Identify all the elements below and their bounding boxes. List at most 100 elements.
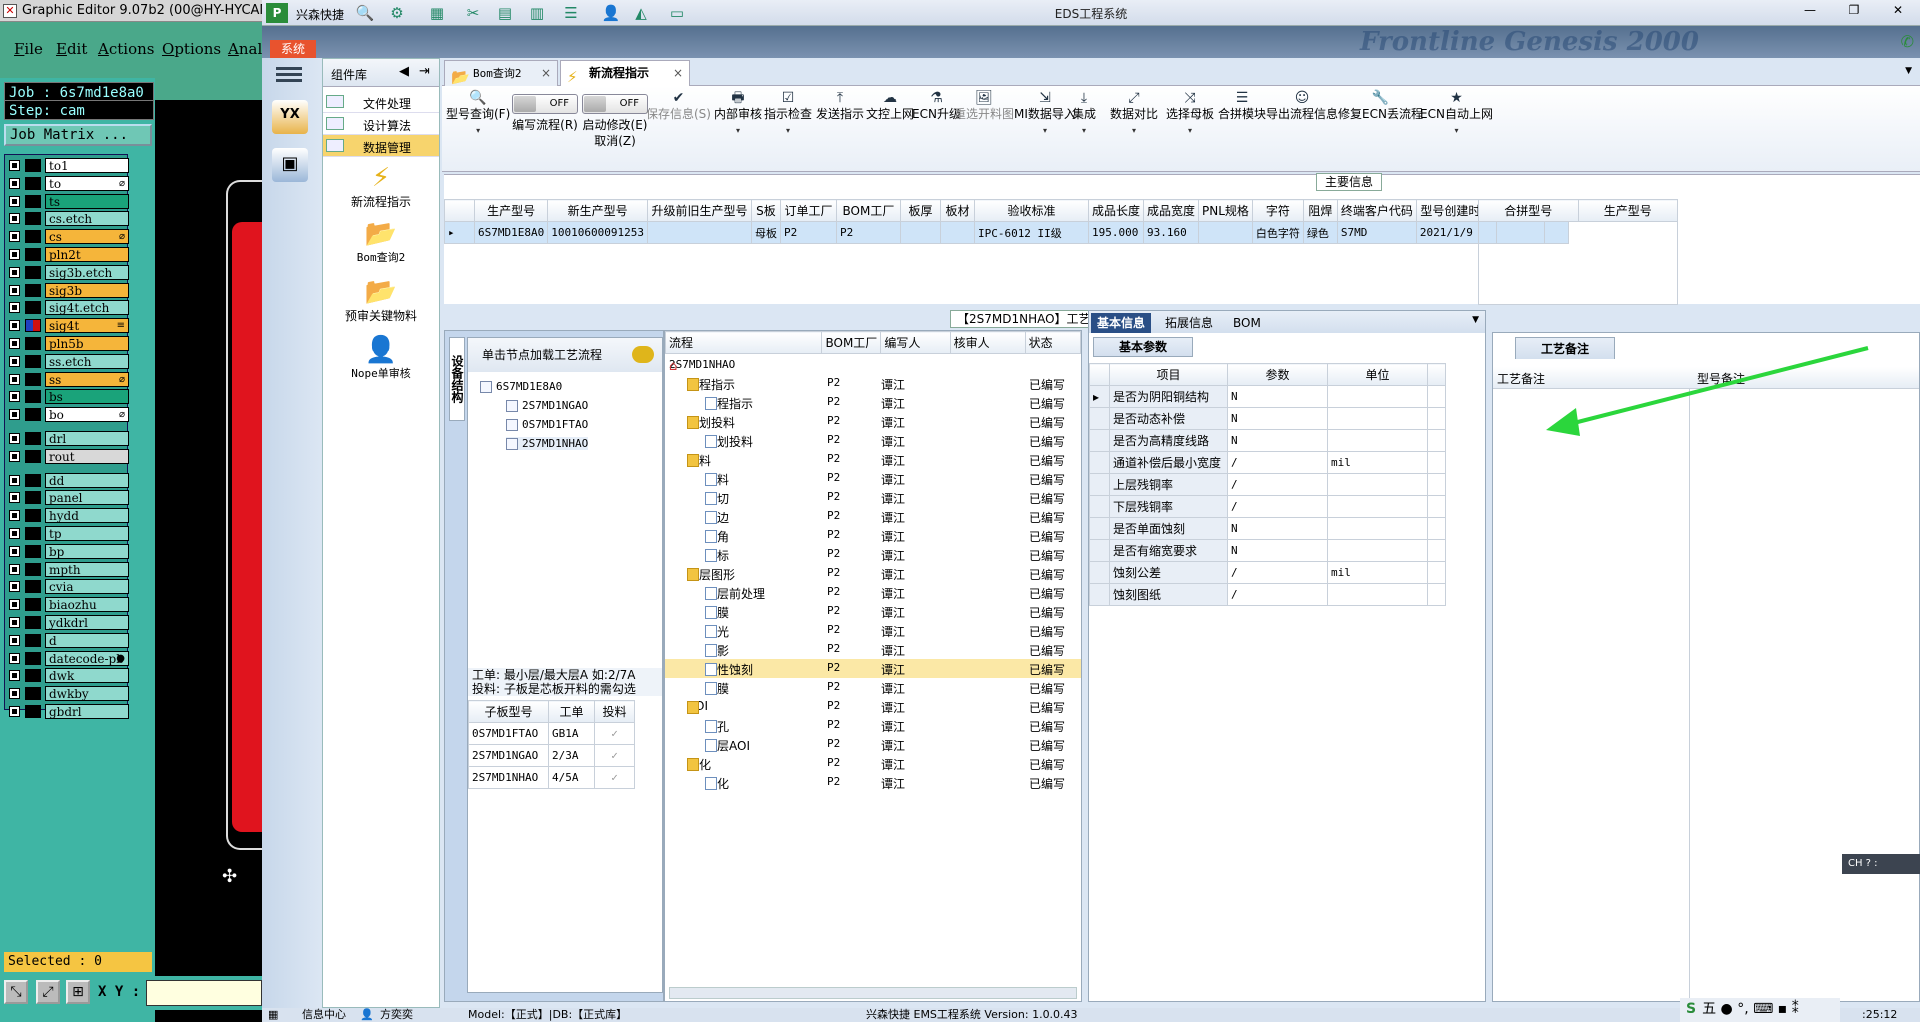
table-row[interactable]: 2S7MD1NHAO 4/5A ✓ xyxy=(468,766,635,789)
horizontal-scrollbar[interactable] xyxy=(669,987,1077,999)
layer-name[interactable]: gbdrl xyxy=(45,704,129,719)
chevron-down-icon[interactable]: ▾ xyxy=(1110,122,1158,140)
layer-checkbox[interactable] xyxy=(9,528,20,539)
flow-row[interactable]: 计划投料 P2 谭江 已编写 xyxy=(665,412,1081,431)
flow-row[interactable]: 开料 P2 谭江 已编写 xyxy=(665,469,1081,488)
layer-swatch[interactable] xyxy=(25,633,41,647)
flow-row[interactable]: 计划投料 P2 谭江 已编写 xyxy=(665,431,1081,450)
chevron-down-icon[interactable]: ▾ xyxy=(764,122,812,140)
layer-checkbox[interactable] xyxy=(9,338,20,349)
layer-swatch[interactable] xyxy=(25,449,41,463)
lib-bom-query[interactable]: 📂 Bom查询2 xyxy=(323,219,439,265)
layer-checkbox[interactable] xyxy=(9,581,20,593)
flow-row[interactable]: 棕化 P2 谭江 已编写 xyxy=(665,773,1081,792)
layer-swatch[interactable] xyxy=(25,301,41,315)
layer-name[interactable]: biaozhu xyxy=(45,597,129,613)
table-cell[interactable]: 是否动态补偿 xyxy=(1109,407,1228,430)
layer-checkbox[interactable] xyxy=(9,160,20,171)
ribbon-button[interactable]: 🔧 修复ECN丢流程 xyxy=(1338,90,1423,122)
layer-row[interactable]: d xyxy=(7,632,129,648)
table-cell[interactable]: 2S7MD1NHAO xyxy=(468,766,549,789)
table-cell[interactable]: 0S7MD1FTAO xyxy=(468,722,549,745)
table-cell[interactable]: 母板 xyxy=(750,221,781,244)
table-cell[interactable] xyxy=(1197,221,1253,244)
ribbon-button[interactable]: ☁ 文控上网 xyxy=(866,90,914,122)
table-row[interactable]: 0S7MD1FTAO GB1A ✓ xyxy=(468,722,635,745)
column-header[interactable]: 升级前旧生产型号 xyxy=(646,199,752,222)
table-cell[interactable]: / xyxy=(1227,451,1328,474)
ribbon-button[interactable]: ☺ 导出流程信息 xyxy=(1266,90,1338,122)
maximize-button[interactable]: ❐ xyxy=(1832,0,1876,20)
menu-actions[interactable]: Actions xyxy=(98,40,154,58)
table-row[interactable]: 下层残铜率 / xyxy=(1089,495,1446,518)
table-cell[interactable]: 93.160 xyxy=(1142,221,1199,244)
flow-row[interactable]: 磨边 P2 谭江 已编写 xyxy=(665,507,1081,526)
flow-row[interactable]: AOI P2 谭江 已编写 xyxy=(665,697,1081,716)
menu-options[interactable]: Options xyxy=(162,40,221,58)
lib-item-file[interactable]: 文件处理 xyxy=(323,91,439,113)
tab-basic-1[interactable]: 拓展信息 xyxy=(1159,313,1219,333)
layer-row[interactable]: ss.etch xyxy=(7,353,129,369)
layer-name[interactable]: to1 xyxy=(45,158,129,173)
table-cell[interactable]: 上层残铜率 xyxy=(1109,473,1228,496)
table-row[interactable]: ▸ 是否为阴阳铜结构 N xyxy=(1089,385,1446,408)
layer-checkbox[interactable] xyxy=(9,391,20,403)
table-cell[interactable]: 2S7MD1NGAO xyxy=(468,744,549,767)
zoom-icon[interactable]: ⤡ xyxy=(4,980,28,1004)
table-cell[interactable] xyxy=(1327,407,1428,430)
layer-swatch[interactable] xyxy=(25,230,41,244)
flow-row[interactable]: 贴膜 P2 谭江 已编写 xyxy=(665,602,1081,621)
table-cell[interactable]: S7MD xyxy=(1336,221,1417,244)
layer-checkbox[interactable] xyxy=(9,409,20,421)
layer-swatch[interactable] xyxy=(25,473,41,487)
ribbon-button[interactable]: 🖼 重选开料图 xyxy=(954,90,1014,122)
column-header[interactable]: 板厚 xyxy=(899,199,941,222)
flow-row[interactable]: 流程指示 P2 谭江 已编写 xyxy=(665,374,1081,393)
input-method-toolbar[interactable]: S 五 ● °, ⌨ ▪ ⁑ xyxy=(1680,998,1840,1022)
table-cell[interactable]: 蚀刻图纸 xyxy=(1109,583,1228,606)
layer-checkbox[interactable] xyxy=(9,474,20,486)
layer-checkbox[interactable] xyxy=(9,617,20,628)
layer-row[interactable]: biaozhu xyxy=(7,597,129,613)
tab-system[interactable]: 系统 xyxy=(270,40,316,58)
chevron-down-icon[interactable]: ▾ xyxy=(1166,122,1214,140)
ribbon-button[interactable]: ★ ECN自动上网 ▾ xyxy=(1420,90,1493,140)
table-cell[interactable]: GB1A xyxy=(548,722,595,745)
feed-checkbox[interactable]: ✓ xyxy=(594,744,635,767)
layer-swatch[interactable] xyxy=(25,176,41,190)
table-cell[interactable]: / xyxy=(1227,561,1328,584)
column-header[interactable]: 成品长度 xyxy=(1087,199,1144,222)
layer-swatch[interactable] xyxy=(25,248,41,261)
column-header[interactable]: 验收标准 xyxy=(973,199,1089,222)
layer-swatch[interactable] xyxy=(25,432,41,445)
feed-checkbox[interactable]: ✓ xyxy=(594,722,635,745)
layer-name[interactable]: bp xyxy=(45,543,129,559)
column-header[interactable]: 终端客户代码 xyxy=(1336,199,1417,222)
layer-swatch[interactable] xyxy=(25,562,41,576)
table-cell[interactable]: 2/3A xyxy=(548,744,595,767)
flow-row[interactable]: 内层AOI P2 谭江 已编写 xyxy=(665,735,1081,754)
layer-checkbox[interactable] xyxy=(9,195,20,207)
layer-swatch[interactable] xyxy=(25,265,41,279)
table-cell[interactable]: 白色字符 xyxy=(1251,221,1304,244)
chevron-down-icon[interactable]: ▼ xyxy=(1905,66,1912,76)
flow-row[interactable]: 裁切 P2 谭江 已编写 xyxy=(665,488,1081,507)
layer-row[interactable]: datecode-pb ● xyxy=(7,650,129,666)
table-cell[interactable]: mil xyxy=(1327,561,1428,584)
layer-swatch[interactable] xyxy=(25,337,41,350)
table-row[interactable]: 是否动态补偿 N xyxy=(1089,407,1446,430)
layer-checkbox[interactable] xyxy=(9,706,20,717)
table-row[interactable]: 上层残铜率 / xyxy=(1089,473,1446,496)
chevron-down-icon[interactable]: ▾ xyxy=(1014,122,1076,140)
pin-icon[interactable]: ⇥ xyxy=(419,64,430,79)
layer-name[interactable]: dd xyxy=(45,472,129,488)
layer-checkbox[interactable] xyxy=(9,688,20,700)
flow-row[interactable]: 酸性蚀刻 P2 谭江 已编写 xyxy=(665,659,1081,678)
tree-node[interactable]: 2S7MD1NHAO xyxy=(506,437,589,450)
table-cell[interactable]: 蚀刻公差 xyxy=(1109,561,1228,584)
column-header[interactable]: 成品宽度 xyxy=(1142,199,1199,222)
layer-swatch[interactable] xyxy=(25,390,41,404)
layer-row[interactable]: bp xyxy=(7,543,129,559)
table-cell[interactable] xyxy=(939,221,975,244)
ribbon-button[interactable]: ⇲ MI数据导入 ▾ xyxy=(1014,90,1076,140)
